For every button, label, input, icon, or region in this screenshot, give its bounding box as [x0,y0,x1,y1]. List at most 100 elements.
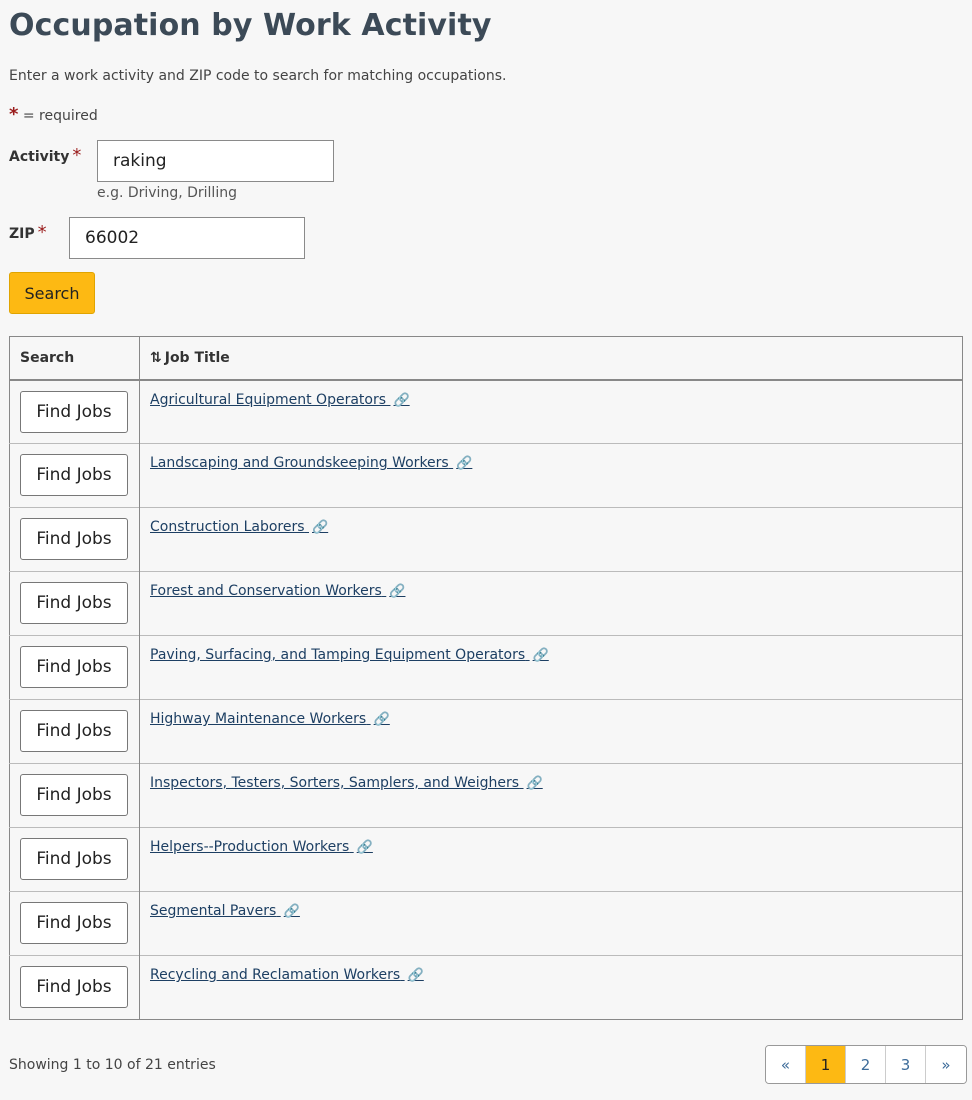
job-title-text: Recycling and Reclamation Workers [150,967,401,983]
pagination-page-1[interactable]: 1 [806,1046,846,1083]
find-jobs-cell: Find Jobs [9,699,140,764]
find-jobs-cell: Find Jobs [9,571,140,636]
job-title-cell: Landscaping and Groundskeeping Workers 🔗 [139,443,963,508]
job-title-text: Highway Maintenance Workers [150,711,367,727]
find-jobs-cell: Find Jobs [9,507,140,572]
link-icon: 🔗 [312,520,329,535]
job-title-text: Helpers--Production Workers [150,839,350,855]
activity-input[interactable] [97,140,334,182]
job-title-link[interactable]: Agricultural Equipment Operators 🔗 [150,392,410,408]
page-title: Occupation by Work Activity [9,8,492,43]
pagination-next-button[interactable]: » [926,1046,966,1083]
column-header-job-title[interactable]: ⇅ Job Title [139,336,963,381]
table-row: Find Jobs Landscaping and Groundskeeping … [9,443,963,508]
job-title-text: Segmental Pavers [150,903,277,919]
required-text: = required [22,108,98,124]
link-icon: 🔗 [456,456,473,471]
link-icon: 🔗 [393,392,410,408]
find-jobs-cell: Find Jobs [9,443,140,508]
required-note: * = required [9,104,98,125]
results-table: Search ⇅ Job Title Find Jobs Agricultural … [9,336,963,1020]
activity-hint: e.g. Driving, Drilling [97,185,237,201]
find-jobs-button[interactable]: Find Jobs [20,646,128,688]
find-jobs-cell: Find Jobs [9,827,140,892]
find-jobs-button[interactable]: Find Jobs [20,582,128,624]
job-title-text: Agricultural Equipment Operators [150,391,387,408]
pagination: «1 2 3» [765,1045,967,1084]
job-title-link[interactable]: Construction Laborers 🔗 [150,519,328,535]
job-title-cell: Inspectors, Testers, Sorters, Samplers, … [139,763,963,828]
column-header-search: Search [9,336,140,381]
job-title-link[interactable]: Paving, Surfacing, and Tamping Equipment… [150,647,549,663]
activity-label-text: Activity [9,149,70,165]
job-title-cell: Segmental Pavers 🔗 [139,891,963,956]
required-asterisk: * [9,104,19,125]
table-row: Find Jobs Recycling and Reclamation Worke… [9,955,963,1020]
entries-info: Showing 1 to 10 of 21 entries [9,1057,216,1073]
link-icon: 🔗 [526,776,543,791]
find-jobs-button[interactable]: Find Jobs [20,518,128,560]
job-title-link[interactable]: Recycling and Reclamation Workers 🔗 [150,967,424,983]
job-title-cell: Recycling and Reclamation Workers 🔗 [139,955,963,1020]
table-header-row: Search ⇅ Job Title [9,336,963,381]
search-button[interactable]: Search [9,272,95,314]
find-jobs-cell: Find Jobs [9,379,140,444]
table-row: Find Jobs Agricultural Equipment Operator… [9,379,963,444]
job-title-cell: Highway Maintenance Workers 🔗 [139,699,963,764]
find-jobs-button[interactable]: Find Jobs [20,966,128,1008]
zip-input[interactable] [69,217,305,259]
link-icon: 🔗 [283,904,300,919]
pagination-page-3[interactable]: 3 [886,1046,926,1083]
zip-required-asterisk: * [37,222,47,243]
sort-icon: ⇅ [150,349,162,366]
job-title-link[interactable]: Highway Maintenance Workers 🔗 [150,711,390,727]
link-icon: 🔗 [373,712,390,727]
find-jobs-cell: Find Jobs [9,955,140,1020]
link-icon: 🔗 [389,584,406,599]
job-title-text: Landscaping and Groundskeeping Workers [150,455,449,471]
find-jobs-button[interactable]: Find Jobs [20,710,128,752]
table-row: Find Jobs Paving, Surfacing, and Tamping … [9,635,963,700]
find-jobs-button[interactable]: Find Jobs [20,902,128,944]
zip-label: ZIP * [9,222,47,243]
pagination-prev-button[interactable]: « [766,1046,806,1083]
job-title-link[interactable]: Helpers--Production Workers 🔗 [150,839,373,855]
activity-label: Activity * [9,145,81,166]
table-row: Find Jobs Inspectors, Testers, Sorters, S… [9,763,963,828]
job-title-cell: Helpers--Production Workers 🔗 [139,827,963,892]
link-icon: 🔗 [407,968,424,983]
find-jobs-cell: Find Jobs [9,891,140,956]
table-row: Find Jobs Highway Maintenance Workers 🔗 [9,699,963,764]
table-row: Find Jobs Construction Laborers 🔗 [9,507,963,572]
job-title-link[interactable]: Segmental Pavers 🔗 [150,903,300,919]
job-title-text: Inspectors, Testers, Sorters, Samplers, … [150,775,520,791]
job-title-text: Forest and Conservation Workers [150,583,382,599]
pagination-page-2[interactable]: 2 [846,1046,886,1083]
find-jobs-cell: Find Jobs [9,635,140,700]
intro-text: Enter a work activity and ZIP code to se… [9,68,507,84]
find-jobs-button[interactable]: Find Jobs [20,838,128,880]
job-title-text: Construction Laborers [150,519,305,535]
activity-required-asterisk: * [72,145,82,166]
find-jobs-button[interactable]: Find Jobs [20,390,128,433]
results-body: Find Jobs Agricultural Equipment Operator… [9,379,963,1020]
job-title-cell: Paving, Surfacing, and Tamping Equipment… [139,635,963,700]
table-row: Find Jobs Forest and Conservation Workers… [9,571,963,636]
find-jobs-cell: Find Jobs [9,763,140,828]
link-icon: 🔗 [532,648,549,663]
job-title-text: Paving, Surfacing, and Tamping Equipment… [150,647,526,663]
table-row: Find Jobs Segmental Pavers 🔗 [9,891,963,956]
job-title-cell: Agricultural Equipment Operators 🔗 [139,379,963,444]
job-title-cell: Forest and Conservation Workers 🔗 [139,571,963,636]
link-icon: 🔗 [356,840,373,855]
job-title-link[interactable]: Landscaping and Groundskeeping Workers 🔗 [150,455,472,471]
job-title-link[interactable]: Inspectors, Testers, Sorters, Samplers, … [150,775,543,791]
find-jobs-button[interactable]: Find Jobs [20,774,128,816]
table-row: Find Jobs Helpers--Production Workers 🔗 [9,827,963,892]
zip-label-text: ZIP [9,226,35,242]
find-jobs-button[interactable]: Find Jobs [20,454,128,496]
page: Occupation by Work Activity Enter a work… [0,0,972,1100]
job-title-link[interactable]: Forest and Conservation Workers 🔗 [150,583,405,599]
job-title-header-text: Job Title [164,349,230,366]
job-title-cell: Construction Laborers 🔗 [139,507,963,572]
